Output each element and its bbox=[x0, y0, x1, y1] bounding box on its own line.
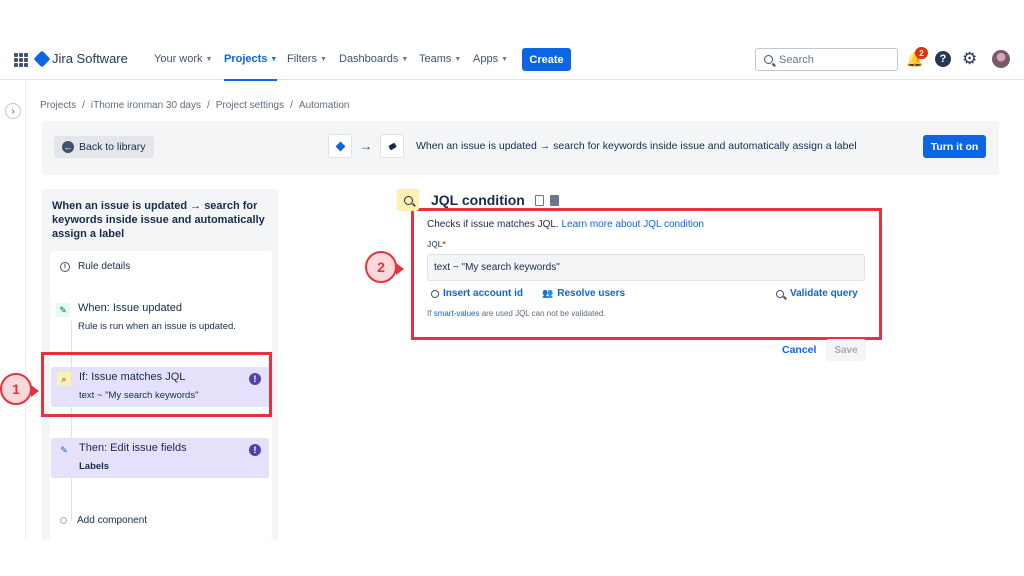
jql-description: Checks if issue matches JQL. Learn more … bbox=[427, 219, 704, 230]
tag-icon bbox=[387, 142, 397, 150]
back-to-library-button[interactable]: ← Back to library bbox=[54, 136, 154, 158]
smart-values-note: If smart-values are used JQL can not be … bbox=[427, 309, 606, 318]
people-icon: 👥 bbox=[542, 288, 554, 298]
nav-teams[interactable]: Teams ▼ bbox=[419, 53, 461, 65]
save-button[interactable]: Save bbox=[826, 339, 866, 361]
trigger-icon-box bbox=[328, 134, 352, 158]
nav-dashboards[interactable]: Dashboards ▼ bbox=[339, 53, 408, 65]
validate-query-button[interactable]: Validate query bbox=[776, 288, 858, 299]
learn-more-link[interactable]: Learn more about JQL condition bbox=[562, 219, 705, 230]
top-navigation: Jira Software Your work ▼ Projects ▼ Filte… bbox=[0, 40, 1024, 81]
add-dot-icon bbox=[60, 517, 67, 524]
breadcrumb-projects[interactable]: Projects bbox=[40, 100, 76, 111]
trigger-diamond-icon bbox=[335, 141, 345, 151]
chevron-down-icon: ▼ bbox=[319, 55, 327, 63]
help-icon[interactable]: ? bbox=[935, 51, 951, 67]
rule-flow-summary: → When an issue is updated → search for … bbox=[328, 134, 857, 158]
jql-field-label: JQL* bbox=[427, 240, 446, 249]
flow-connector-line bbox=[71, 321, 72, 521]
rule-details-item[interactable]: i Rule details bbox=[60, 261, 130, 272]
nav-your-work[interactable]: Your work ▼ bbox=[154, 53, 212, 65]
step-title: Then: Edit issue fields bbox=[79, 442, 187, 454]
nav-apps[interactable]: Apps ▼ bbox=[473, 53, 508, 65]
annotation-marker-2: 2 bbox=[365, 251, 404, 283]
create-button[interactable]: Create bbox=[522, 48, 571, 71]
app-switcher-icon[interactable] bbox=[14, 53, 28, 67]
resolve-users-button[interactable]: 👥 Resolve users bbox=[542, 288, 625, 299]
action-icon-box bbox=[380, 134, 404, 158]
pencil-icon: ✎ bbox=[60, 444, 68, 455]
arrow-left-icon: ← bbox=[62, 141, 74, 153]
trash-icon[interactable] bbox=[549, 194, 559, 206]
add-component-button[interactable]: Add component bbox=[60, 515, 147, 526]
info-icon: i bbox=[60, 261, 70, 272]
gear-icon[interactable]: ⚙ bbox=[962, 49, 977, 69]
search-placeholder: Search bbox=[779, 53, 814, 66]
jql-input[interactable]: text ~ "My search keywords" bbox=[427, 254, 865, 281]
annotation-box-1 bbox=[41, 352, 272, 417]
person-icon bbox=[431, 289, 439, 298]
search-icon bbox=[764, 55, 773, 64]
breadcrumb-automation[interactable]: Automation bbox=[299, 100, 350, 111]
smart-values-link[interactable]: smart-values bbox=[434, 309, 480, 318]
step-subtitle: Rule is run when an issue is updated. bbox=[78, 321, 236, 332]
search-icon bbox=[397, 189, 419, 211]
page-title: JQL condition bbox=[431, 192, 525, 208]
cancel-button[interactable]: Cancel bbox=[776, 339, 822, 361]
arrow-right-icon: → bbox=[360, 139, 372, 153]
sidebar-rail bbox=[0, 80, 26, 540]
nav-projects[interactable]: Projects ▼ bbox=[224, 53, 278, 81]
step-then-edit-issue-fields[interactable]: ✎ Then: Edit issue fields Labels ! bbox=[51, 438, 269, 478]
rule-title: When an issue is updated → search for ke… bbox=[52, 200, 265, 240]
nav-filters[interactable]: Filters ▼ bbox=[287, 53, 327, 65]
jira-logo-icon bbox=[33, 50, 51, 67]
chevron-down-icon: ▼ bbox=[270, 55, 278, 63]
pencil-icon: ✎ bbox=[56, 303, 70, 317]
search-icon bbox=[776, 289, 784, 298]
rule-header: ← Back to library → When an issue is upd… bbox=[42, 121, 999, 175]
chevron-down-icon: ▼ bbox=[454, 55, 462, 63]
product-logo[interactable]: Jira Software bbox=[33, 50, 128, 67]
avatar[interactable] bbox=[992, 50, 1010, 68]
step-when-issue-updated[interactable]: ✎ When: Issue updated Rule is run when a… bbox=[50, 297, 270, 341]
chevron-right-icon: › bbox=[11, 105, 15, 117]
breadcrumb-project-settings[interactable]: Project settings bbox=[216, 100, 284, 111]
product-name: Jira Software bbox=[52, 51, 128, 66]
step-title: When: Issue updated bbox=[78, 302, 182, 314]
jql-condition-header: JQL condition bbox=[397, 189, 559, 211]
copy-icon[interactable] bbox=[534, 194, 544, 206]
warning-icon: ! bbox=[249, 444, 261, 456]
chevron-down-icon: ▼ bbox=[205, 55, 213, 63]
expand-sidebar-button[interactable]: › bbox=[5, 103, 21, 119]
breadcrumb-project[interactable]: iThome ironman 30 days bbox=[91, 100, 201, 111]
rule-summary-text: When an issue is updated → search for ke… bbox=[416, 140, 857, 152]
chevron-down-icon: ▼ bbox=[501, 55, 509, 63]
chevron-down-icon: ▼ bbox=[401, 55, 409, 63]
search-input[interactable]: Search bbox=[755, 48, 898, 71]
step-subtitle: Labels bbox=[79, 461, 110, 472]
annotation-marker-1: 1 bbox=[0, 373, 39, 405]
breadcrumb: Projects / iThome ironman 30 days / Proj… bbox=[40, 100, 350, 111]
insert-account-id-button[interactable]: Insert account id bbox=[431, 288, 523, 299]
notification-badge: 2 bbox=[915, 47, 928, 59]
turn-it-on-button[interactable]: Turn it on bbox=[923, 135, 986, 158]
